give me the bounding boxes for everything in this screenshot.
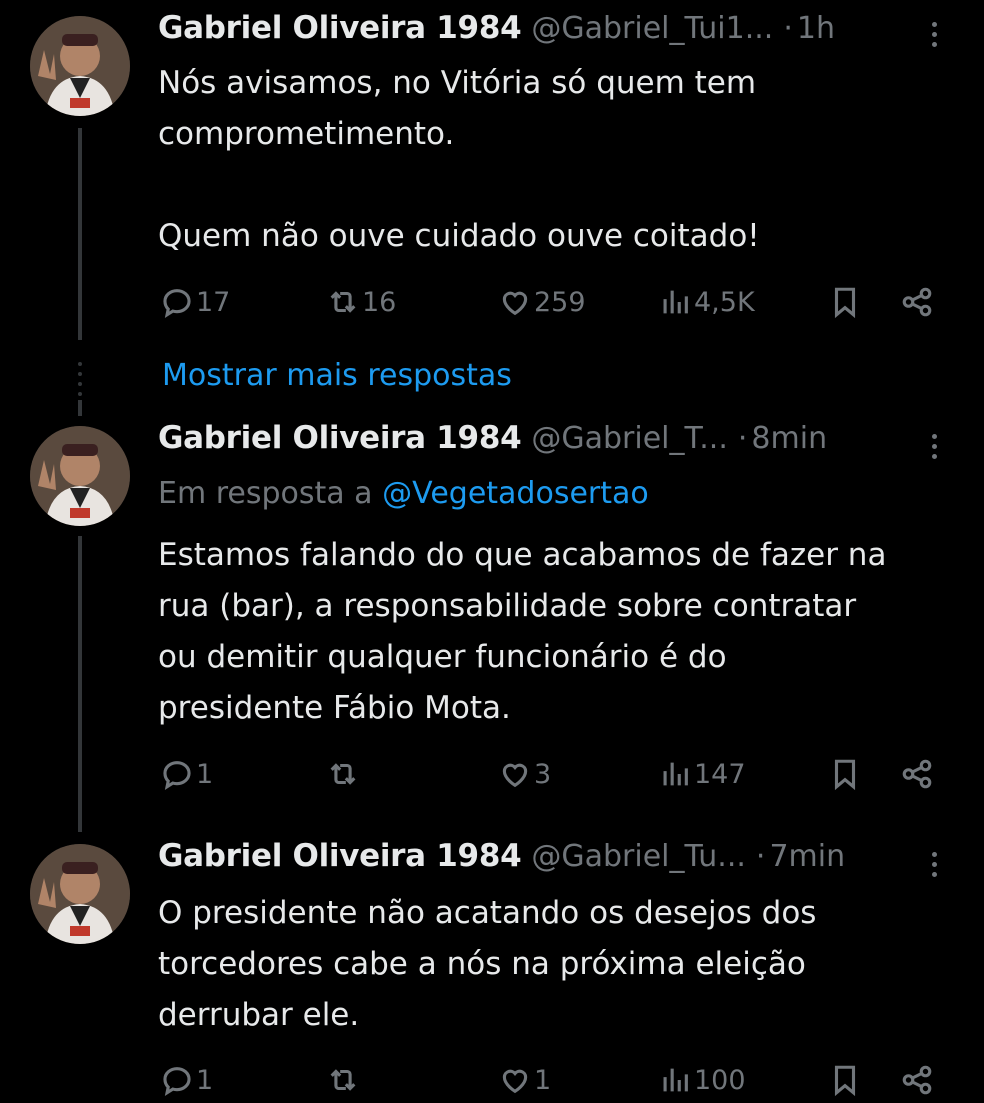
tweet-text: Nós avisamos, no Vitória só quem tem com… (158, 65, 760, 254)
reply-button[interactable]: 1 (160, 1060, 213, 1100)
heart-icon (502, 291, 528, 316)
avatar-image (30, 844, 130, 944)
show-more-replies-link[interactable]: Mostrar mais respostas (162, 358, 512, 393)
display-name[interactable]: Gabriel Oliveira 1984 (158, 838, 522, 874)
share-icon (902, 287, 932, 317)
user-handle[interactable]: @Gabriel_T... (531, 421, 728, 456)
avatar-image (30, 426, 130, 526)
like-button[interactable]: 3 (498, 754, 551, 794)
views-button[interactable]: 100 (658, 1060, 746, 1100)
separator-dot: · (755, 839, 766, 874)
tweet-text: O presidente não acatando os desejos dos… (158, 895, 817, 1033)
thread-connector-line (78, 536, 82, 832)
views-chart-icon (663, 762, 688, 786)
retweet-icon (330, 763, 356, 785)
like-count: 259 (534, 286, 586, 318)
retweet-icon (330, 1069, 356, 1091)
bookmark-icon (834, 1065, 856, 1097)
thread-gap-dots (76, 362, 84, 396)
reply-context: Em resposta a @Vegetadosertao (158, 476, 649, 511)
tweet-actions: 17 16 259 4,5K (158, 282, 948, 322)
views-button[interactable]: 4,5K (658, 282, 755, 322)
thread-connector-line (78, 128, 82, 340)
views-chart-icon (663, 290, 688, 314)
thread-connector-line (78, 400, 82, 416)
reply-button[interactable]: 17 (160, 282, 230, 322)
avatar[interactable] (30, 844, 130, 944)
more-options-icon[interactable] (924, 424, 944, 468)
timestamp[interactable]: 8min (751, 421, 827, 456)
more-options-icon[interactable] (924, 842, 944, 886)
tweet-header: Gabriel Oliveira 1984 @Gabriel_T... · 8m… (158, 420, 944, 464)
user-handle[interactable]: @Gabriel_Tu... (531, 839, 746, 874)
reply-context-label: Em resposta a (158, 476, 373, 511)
bookmark-button[interactable] (828, 1060, 862, 1100)
reply-count: 1 (196, 758, 214, 790)
tweet-header: Gabriel Oliveira 1984 @Gabriel_Tui1... ·… (158, 10, 944, 54)
like-button[interactable]: 259 (498, 282, 586, 322)
view-count: 147 (694, 758, 746, 790)
view-count: 100 (694, 1064, 746, 1096)
retweet-button[interactable] (326, 1060, 362, 1100)
tweet-actions: 1 3 147 (158, 754, 948, 794)
like-count: 3 (534, 758, 552, 790)
like-count: 1 (534, 1064, 552, 1096)
replies-feed: Gabriel Oliveira 1984 @Gabriel_Tui1... ·… (0, 0, 984, 1103)
views-chart-icon (663, 1068, 688, 1092)
reply-count: 17 (196, 286, 231, 318)
heart-icon (502, 1069, 528, 1094)
retweet-count: 16 (362, 286, 397, 318)
separator-dot: · (783, 11, 793, 46)
share-button[interactable] (900, 754, 934, 794)
user-handle[interactable]: @Gabriel_Tui1... (531, 11, 773, 46)
views-button[interactable]: 147 (658, 754, 746, 794)
display-name[interactable]: Gabriel Oliveira 1984 (158, 10, 522, 46)
share-icon (902, 759, 932, 789)
more-options-icon[interactable] (924, 12, 944, 56)
tweet-text: Estamos falando do que acabamos de fazer… (158, 537, 887, 726)
like-button[interactable]: 1 (498, 1060, 551, 1100)
avatar[interactable] (30, 16, 130, 116)
reply-button[interactable]: 1 (160, 754, 213, 794)
retweet-button[interactable] (326, 754, 362, 794)
reply-icon (163, 1067, 191, 1097)
share-icon (902, 1065, 932, 1095)
view-count: 4,5K (694, 286, 755, 318)
tweet-header: Gabriel Oliveira 1984 @Gabriel_Tu... · 7… (158, 838, 944, 882)
bookmark-icon (834, 287, 856, 319)
display-name[interactable]: Gabriel Oliveira 1984 (158, 420, 522, 456)
reply-icon (163, 761, 191, 791)
reply-count: 1 (196, 1064, 214, 1096)
bookmark-button[interactable] (828, 754, 862, 794)
share-button[interactable] (900, 282, 934, 322)
retweet-icon (330, 291, 356, 313)
avatar-image (30, 16, 130, 116)
bookmark-button[interactable] (828, 282, 862, 322)
reply-icon (163, 289, 191, 319)
share-button[interactable] (900, 1060, 934, 1100)
separator-dot: · (737, 421, 748, 456)
timestamp[interactable]: 7min (769, 839, 845, 874)
bookmark-icon (834, 759, 856, 791)
mention-link[interactable]: @Vegetadosertao (382, 476, 649, 511)
timestamp[interactable]: 1h (797, 11, 835, 46)
heart-icon (502, 763, 528, 788)
tweet-actions: 1 1 100 (158, 1060, 948, 1100)
retweet-button[interactable]: 16 (326, 282, 396, 322)
avatar[interactable] (30, 426, 130, 526)
